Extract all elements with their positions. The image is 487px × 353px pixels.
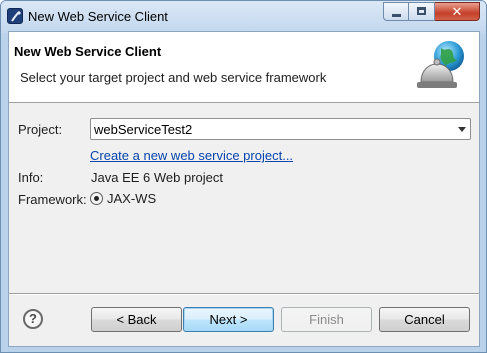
chevron-down-icon[interactable] [458, 127, 466, 132]
web-service-globe-bell-icon [413, 38, 471, 96]
dialog-window: New Web Service Client ✕ New Web Service… [0, 0, 487, 353]
project-combo-value: webServiceTest2 [94, 122, 193, 137]
wizard-page-title: New Web Service Client [14, 44, 162, 59]
maximize-icon [417, 7, 426, 15]
project-combo[interactable]: webServiceTest2 [90, 118, 471, 140]
button-bar-separator [9, 293, 479, 295]
wizard-header: New Web Service Client Select your targe… [9, 32, 479, 103]
window-title: New Web Service Client [28, 9, 168, 24]
framework-radio-jaxws[interactable] [90, 192, 103, 205]
maximize-button[interactable] [409, 2, 435, 21]
question-mark-icon[interactable]: ? [23, 309, 43, 329]
close-button[interactable]: ✕ [435, 2, 480, 21]
project-label: Project: [18, 122, 63, 137]
back-button[interactable]: < Back [91, 307, 182, 332]
minimize-icon [392, 14, 401, 17]
minimize-button[interactable] [383, 2, 409, 21]
info-label: Info: [18, 170, 44, 185]
wizard-page-description: Select your target project and web servi… [20, 70, 327, 85]
next-button[interactable]: Next > [183, 307, 274, 332]
radio-selected-dot [94, 196, 99, 201]
framework-label: Framework: [18, 192, 87, 207]
title-bar[interactable]: New Web Service Client ✕ [1, 1, 486, 33]
dialog-content: New Web Service Client Select your targe… [8, 31, 480, 347]
caption-buttons: ✕ [383, 2, 480, 22]
cancel-button[interactable]: Cancel [379, 307, 470, 332]
app-icon [7, 8, 23, 24]
finish-button[interactable]: Finish [281, 307, 372, 332]
framework-option-label[interactable]: JAX-WS [107, 191, 156, 206]
info-value: Java EE 6 Web project [91, 170, 223, 185]
close-icon: ✕ [451, 4, 463, 19]
create-project-link[interactable]: Create a new web service project... [90, 148, 293, 163]
